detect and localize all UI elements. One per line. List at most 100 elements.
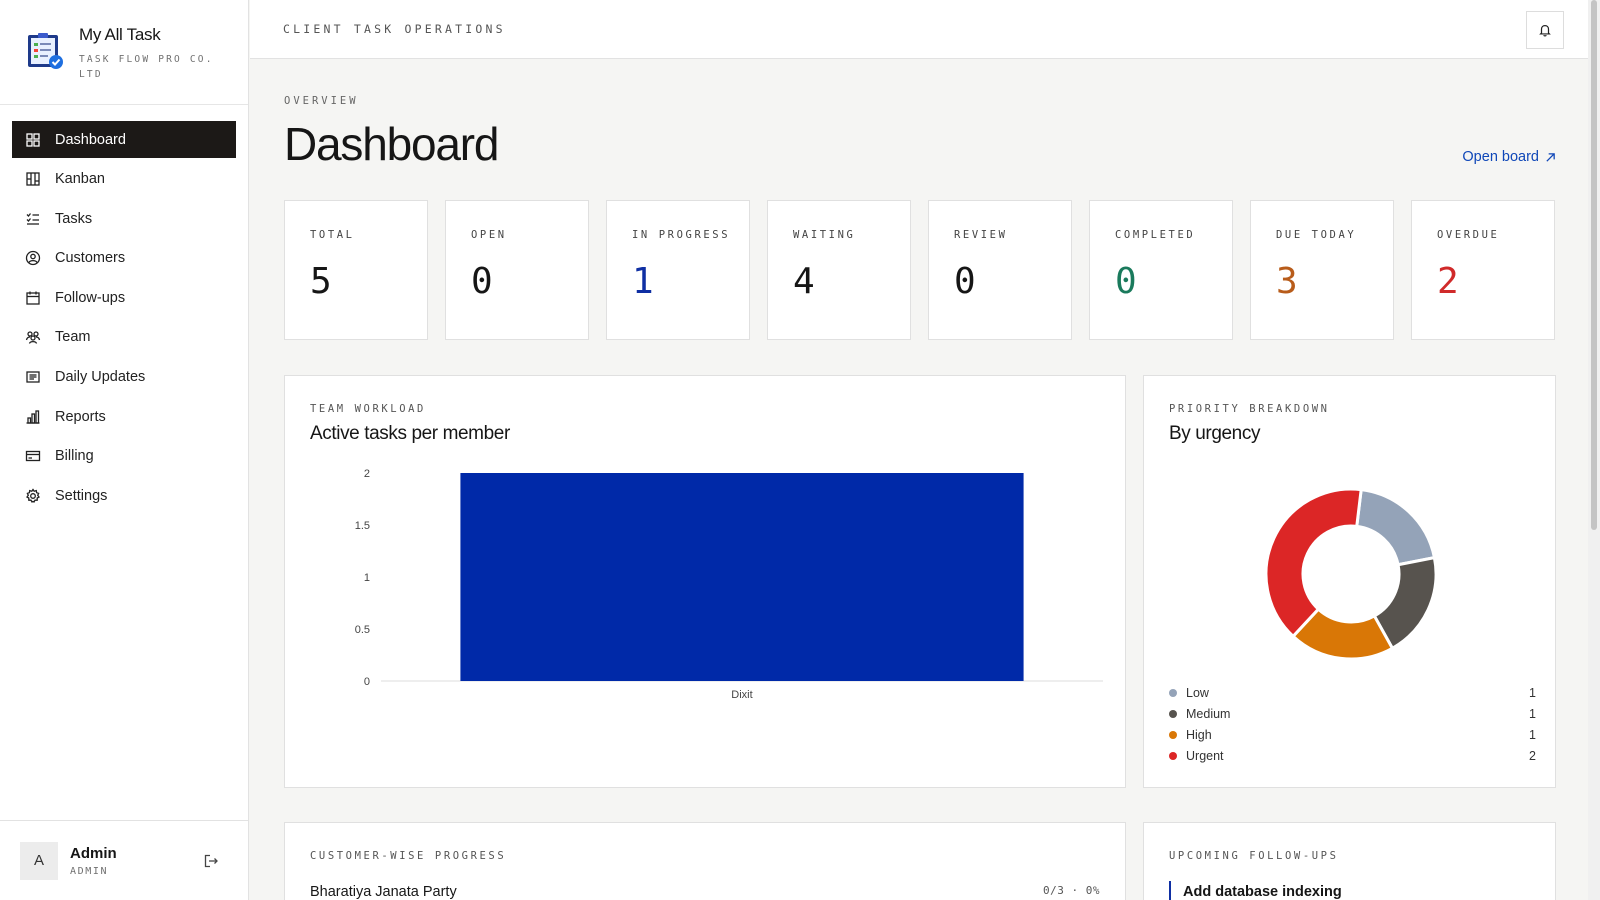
stat-card-waiting[interactable]: WAITING 4 [767,200,911,340]
brand-company: TASK FLOW PRO CO. LTD [79,54,214,80]
sidebar-item-label: Reports [55,408,106,425]
stat-label: OVERDUE [1437,229,1500,241]
stat-value: 0 [471,261,493,302]
sidebar: My All Task TASK FLOW PRO CO. LTD Dashbo… [0,0,249,900]
stat-card-overdue[interactable]: OVERDUE 2 [1411,200,1555,340]
panel-eyebrow: CUSTOMER-WISE PROGRESS [310,850,507,862]
avatar: A [20,841,58,880]
legend-label: Low [1186,685,1209,700]
legend-count: 1 [1529,685,1536,700]
priority-breakdown-panel: PRIORITY BREAKDOWN By urgency Low 1 Medium… [1143,375,1556,788]
y-tick-label: 0.5 [355,624,370,636]
team-workload-panel: TEAM WORKLOAD Active tasks per member 00… [284,375,1126,788]
sidebar-item-tasks[interactable]: Tasks [12,200,236,237]
stat-label: WAITING [793,229,856,241]
sidebar-item-customers[interactable]: Customers [12,240,236,277]
y-tick-label: 2 [364,468,370,480]
open-board-label: Open board [1462,149,1539,165]
sidebar-item-label: Team [55,329,91,346]
legend-dot [1169,751,1177,760]
newspaper-icon [25,369,41,385]
sidebar-item-daily-updates[interactable]: Daily Updates [12,359,236,396]
sidebar-item-follow-ups[interactable]: Follow-ups [12,279,236,316]
stat-label: IN PROGRESS [632,229,731,241]
legend-item-low: Low 1 [1169,682,1536,703]
stat-card-completed[interactable]: COMPLETED 0 [1089,200,1233,340]
stat-value: 5 [310,261,332,302]
stats-row: TOTAL 5 OPEN 0 IN PROGRESS 1 WAITING 4 REVIEW 0 CO… [284,200,1555,340]
stat-card-in-progress[interactable]: IN PROGRESS 1 [606,200,750,340]
user-circle-icon [25,250,41,266]
stat-card-total[interactable]: TOTAL 5 [284,200,428,340]
y-tick-label: 0 [364,676,370,688]
bell-icon [1539,25,1551,37]
customer-progress-panel: CUSTOMER-WISE PROGRESS Bharatiya Janata … [284,822,1126,900]
stat-card-open[interactable]: OPEN 0 [445,200,589,340]
sidebar-item-kanban[interactable]: Kanban [12,161,236,198]
gear-icon [25,488,41,504]
scrollbar[interactable] [1588,0,1600,900]
stat-value: 1 [632,261,654,302]
legend-dot [1169,688,1177,697]
sidebar-item-reports[interactable]: Reports [12,398,236,435]
grid-icon [25,132,41,148]
sidebar-item-billing[interactable]: Billing [12,438,236,475]
stat-value: 2 [1437,261,1459,302]
legend-dot [1169,730,1177,739]
sidebar-item-label: Customers [55,250,126,267]
logout-icon[interactable] [203,853,219,869]
priority-donut-chart [1264,487,1438,661]
customer-progress-stat: 0/3 · 0% [1043,884,1100,897]
arrow-up-right-icon [1546,152,1555,162]
bar-chart-icon [25,409,41,425]
legend-label: Medium [1186,706,1231,721]
stat-value: 0 [1115,261,1137,302]
y-tick-label: 1 [364,572,370,584]
page-eyebrow: OVERVIEW [284,95,359,107]
legend-label: Urgent [1186,748,1224,763]
stat-value: 3 [1276,261,1298,302]
x-tick-label: Dixit [731,689,752,701]
kanban-icon [25,171,41,187]
followup-item[interactable]: Add database indexing [1169,881,1342,900]
notifications-button[interactable] [1526,11,1564,49]
sidebar-item-settings[interactable]: Settings [12,477,236,514]
legend-count: 1 [1529,706,1536,721]
workload-bar-chart: 0 0.5 1 1.5 2 Dixit [355,468,1103,701]
stat-label: TOTAL [310,229,355,241]
stat-card-due-today[interactable]: DUE TODAY 3 [1250,200,1394,340]
clipboard-check-icon [28,33,63,69]
checklist-icon [25,211,41,227]
customer-name: Bharatiya Janata Party [310,884,457,900]
stat-label: COMPLETED [1115,229,1196,241]
open-board-link[interactable]: Open board [1462,149,1556,165]
sidebar-item-label: Tasks [55,210,93,227]
y-tick-label: 1.5 [355,520,370,532]
stat-value: 0 [954,261,976,302]
legend-item-urgent: Urgent 2 [1169,745,1536,766]
sidebar-item-label: Billing [55,448,94,465]
stat-label: REVIEW [954,229,1008,241]
stat-card-review[interactable]: REVIEW 0 [928,200,1072,340]
team-icon [25,329,41,345]
upcoming-followups-panel: UPCOMING FOLLOW-UPS Add database indexin… [1143,822,1556,900]
user-profile: A Admin ADMIN [0,820,249,900]
topbar-title: CLIENT TASK OPERATIONS [283,22,506,36]
panel-eyebrow: UPCOMING FOLLOW-UPS [1169,850,1339,862]
credit-card-icon [25,448,41,464]
topbar: CLIENT TASK OPERATIONS [250,0,1588,59]
slice-low[interactable] [1355,487,1437,567]
sidebar-item-label: Dashboard [55,131,126,148]
bar-dixit[interactable] [460,473,1024,681]
slice-urgent[interactable] [1264,487,1363,639]
sidebar-item-team[interactable]: Team [12,319,236,356]
sidebar-item-label: Follow-ups [55,289,126,306]
stat-value: 4 [793,261,815,302]
brand[interactable]: My All Task TASK FLOW PRO CO. LTD [0,0,248,105]
scrollbar-thumb[interactable] [1591,0,1597,530]
customer-progress-row[interactable]: Bharatiya Janata Party 0/3 · 0% [310,884,1100,900]
sidebar-item-label: Kanban [55,171,105,188]
brand-name: My All Task [79,25,161,44]
sidebar-item-dashboard[interactable]: Dashboard [12,121,236,158]
user-name: Admin [70,844,117,862]
